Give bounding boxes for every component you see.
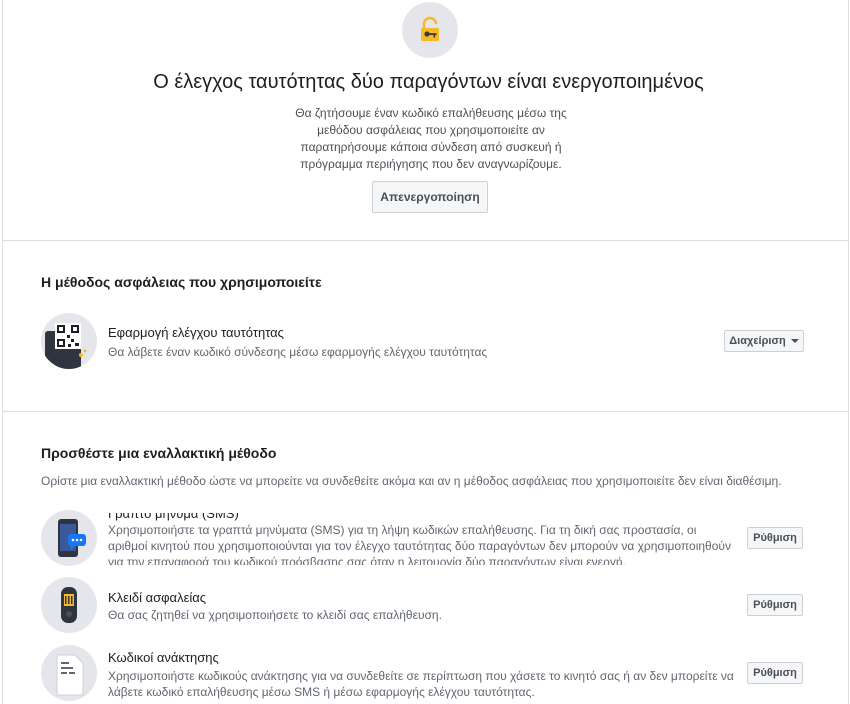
alternative-methods-section-title: Προσθέστε μια εναλλακτική μέθοδο	[41, 445, 277, 461]
security-key-title: Κλειδί ασφαλείας	[108, 590, 207, 605]
current-method-section-title: Η μέθοδος ασφάλειας που χρησιμοποιείτε	[41, 274, 322, 290]
two-factor-status-header: Ο έλεγχος ταυτότητας δύο παραγόντων είνα…	[3, 0, 848, 241]
manage-button[interactable]: Διαχείριση	[724, 330, 804, 352]
security-key-setup-button[interactable]: Ρύθμιση	[747, 594, 803, 616]
sms-description-clip: Χρησιμοποιήστε τα γραπτά μηνύματα (SMS) …	[108, 522, 738, 565]
right-border	[848, 0, 849, 704]
phone-message-icon	[41, 510, 97, 566]
authenticator-app-title: Εφαρμογή ελέγχου ταυτότητας	[108, 325, 284, 340]
unlocked-padlock-with-key-icon	[402, 2, 458, 58]
manage-button-label: Διαχείριση	[729, 335, 786, 347]
recovery-codes-description: Χρησιμοποιήστε κωδικούς ανάκτησης για να…	[108, 669, 734, 699]
section-divider	[3, 411, 848, 412]
chevron-down-icon	[790, 339, 799, 343]
page-title: Ο έλεγχος ταυτότητας δύο παραγόντων είνα…	[153, 71, 704, 93]
sms-description: Χρησιμοποιήστε τα γραπτά μηνύματα (SMS) …	[108, 523, 731, 565]
qr-code-phone-icon	[41, 313, 97, 369]
section-divider	[3, 240, 848, 241]
disable-button[interactable]: Απενεργοποίηση	[372, 181, 488, 213]
sms-title: Γραπτό μήνυμα (SMS)	[108, 513, 239, 521]
authenticator-app-description: Θα λάβετε έναν κωδικό σύνδεσης μέσω εφαρ…	[108, 345, 488, 359]
security-key-description: Θα σας ζητηθεί να χρησιμοποιήσετε το κλε…	[108, 608, 442, 622]
usb-security-key-icon	[41, 577, 97, 633]
sms-setup-button[interactable]: Ρύθμιση	[747, 527, 803, 549]
page-description: Θα ζητήσουμε έναν κωδικό επαλήθευσης μέσ…	[295, 106, 567, 171]
recovery-codes-setup-button[interactable]: Ρύθμιση	[747, 662, 803, 684]
recovery-codes-document-icon	[41, 645, 97, 701]
alternative-methods-intro: Ορίστε μια εναλλακτική μέθοδο ώστε να μπ…	[41, 474, 782, 488]
recovery-codes-title: Κωδικοί ανάκτησης	[108, 650, 219, 665]
